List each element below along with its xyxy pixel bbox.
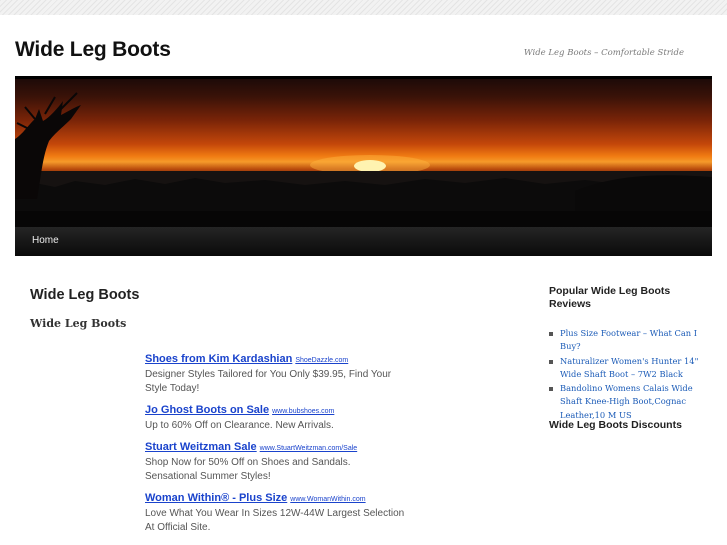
ad-item: Shoes from Kim Kardashian ShoeDazzle.com … [145,352,405,396]
popular-review-link[interactable]: Bandolino Womens Calais Wide Shaft Knee-… [560,383,693,420]
ad-text: Up to 60% Off on Clearance. New Arrivals… [145,420,334,431]
page: Wide Leg Boots Wide Leg Boots – Comforta… [0,15,727,545]
bullet-icon [549,332,553,336]
ad-title-link[interactable]: Jo Ghost Boots on Sale [145,404,269,416]
discounts-heading: Wide Leg Boots Discounts [549,419,682,431]
ad-item: Woman Within® - Plus Size www.WomanWithin… [145,491,405,535]
ad-block: Shoes from Kim Kardashian ShoeDazzle.com … [145,352,405,542]
ad-url-link[interactable]: www.WomanWithin.com [290,496,365,503]
site-description: Wide Leg Boots – Comfortable Stride [523,48,684,58]
bullet-icon [549,359,553,364]
sunset-banner-graphic [15,92,712,227]
popular-review-link[interactable]: Naturalizer Women's Hunter 14" Wide Shaf… [560,356,698,379]
list-item: Naturalizer Women's Hunter 14" Wide Shaf… [549,355,699,382]
ad-title-link[interactable]: Stuart Weitzman Sale [145,441,257,453]
ad-url-link[interactable]: ShoeDazzle.com [295,357,348,364]
ad-url-link[interactable]: www.bubshoes.com [272,408,334,415]
popular-reviews-list: Plus Size Footwear – What Can I Buy? Nat… [549,327,699,423]
ad-text: Designer Styles Tailored for You Only $3… [145,369,392,394]
popular-reviews-heading: Popular Wide Leg Boots Reviews [549,285,671,310]
list-item: Plus Size Footwear – What Can I Buy? [549,327,699,354]
ad-title-link[interactable]: Shoes from Kim Kardashian [145,353,292,365]
header-banner-image [15,79,712,227]
ad-url-link[interactable]: www.StuartWeitzman.com/Sale [260,445,358,452]
list-item: Bandolino Womens Calais Wide Shaft Knee-… [549,382,699,422]
site-title[interactable]: Wide Leg Boots [15,38,171,62]
post-title: Wide Leg Boots [30,287,140,303]
ad-item: Stuart Weitzman Sale www.StuartWeitzman.c… [145,440,405,484]
ad-title-link[interactable]: Woman Within® - Plus Size [145,492,287,504]
popular-review-link[interactable]: Plus Size Footwear – What Can I Buy? [560,328,697,351]
nav-item-home[interactable]: Home [32,235,59,246]
ad-item: Jo Ghost Boots on Sale www.bubshoes.com U… [145,403,405,433]
bullet-icon [549,387,553,392]
ad-text: Shop Now for 50% Off on Shoes and Sandal… [145,457,351,482]
post-subtitle: Wide Leg Boots [30,317,127,330]
ad-text: Love What You Wear In Sizes 12W-44W Larg… [145,508,405,533]
main-navigation: Home [15,227,712,256]
